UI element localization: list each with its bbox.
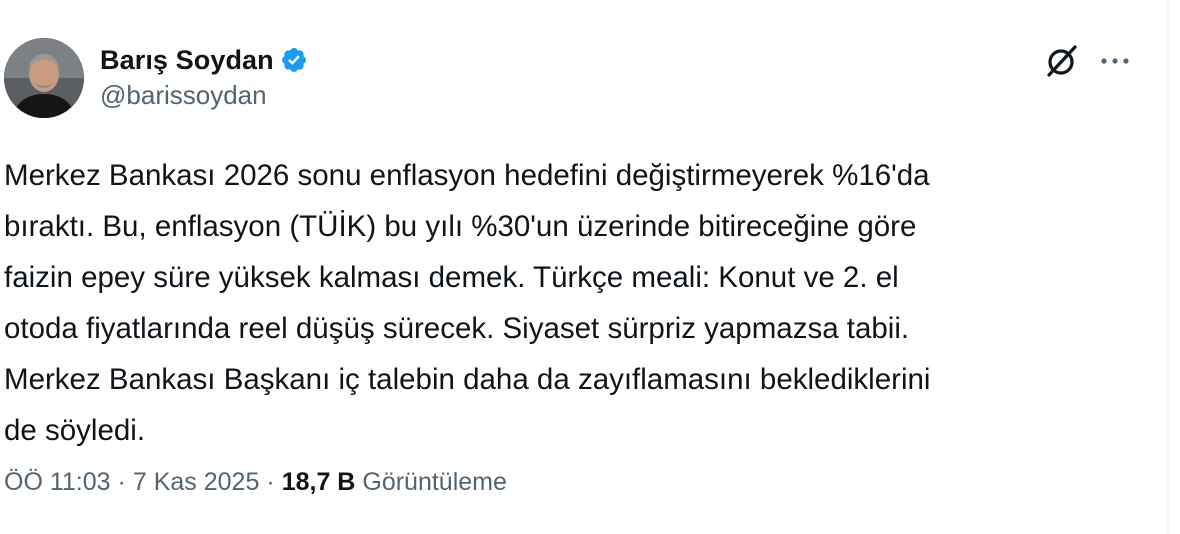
views-label: Görüntüleme (362, 468, 507, 496)
tweet-text: Merkez Bankası 2026 sonu enflasyon hedef… (4, 150, 1124, 456)
meta-separator: · (266, 468, 275, 496)
verified-badge-icon[interactable] (280, 46, 308, 74)
author-display-name[interactable]: Barış Soydan (100, 45, 274, 76)
avatar[interactable] (4, 38, 84, 118)
tweet-meta: ÖÖ 11:03 · 7 Kas 2025 · 18,7 B Görüntüle… (4, 468, 507, 497)
views-count: 18,7 B (281, 468, 356, 496)
meta-separator: · (117, 468, 126, 496)
tweet-time[interactable]: ÖÖ 11:03 (4, 468, 111, 497)
author-name-row: Barış Soydan (100, 42, 308, 78)
tweet-text-line: faizin epey süre yüksek kalması demek. T… (4, 261, 899, 294)
author-handle[interactable]: @barissoydan (100, 80, 267, 111)
tweet-text-line: Merkez Bankası 2026 sonu enflasyon hedef… (4, 159, 930, 192)
tweet-text-line: bıraktı. Bu, enflasyon (TÜİK) bu yılı %3… (4, 210, 917, 243)
tweet-text-line: otoda fiyatlarında reel düşüş sürecek. S… (4, 312, 910, 345)
tweet-text-line: Merkez Bankası Başkanı iç talebin daha d… (4, 363, 931, 396)
right-border (1167, 0, 1169, 534)
more-options-icon[interactable] (1096, 46, 1136, 76)
grok-icon[interactable] (1042, 42, 1080, 80)
tweet-text-line: de söyledi. (4, 414, 146, 447)
tweet-date[interactable]: 7 Kas 2025 (133, 468, 260, 497)
